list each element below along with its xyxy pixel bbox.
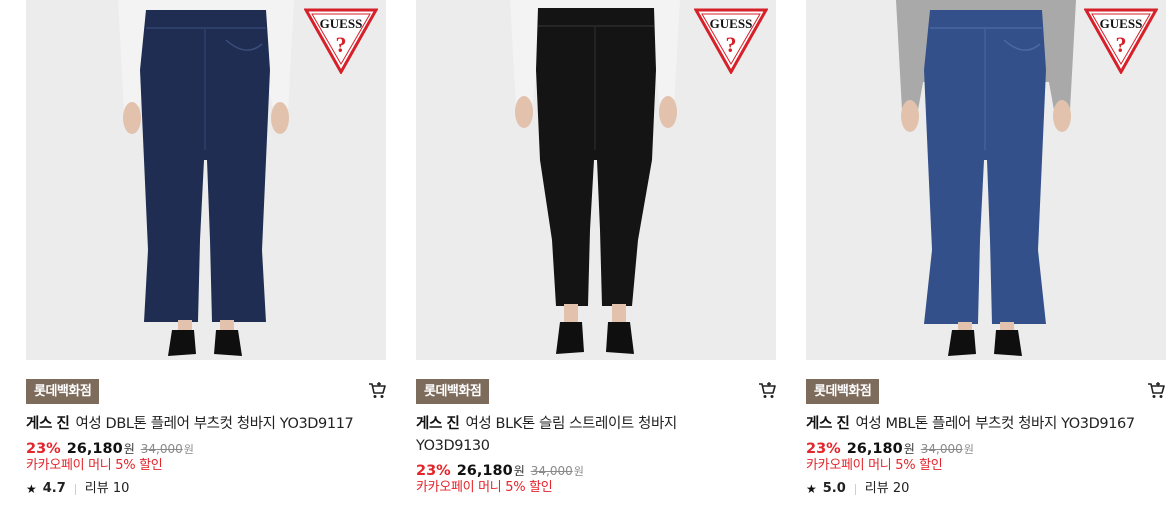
product-title[interactable]: 게스 진 여성 MBL톤 플레어 부츠컷 청바지 YO3D9167 (806, 413, 1172, 435)
rating-score: 4.7 (42, 481, 66, 496)
review-count: 20 (892, 481, 910, 496)
product-image[interactable]: GUESS ? (416, 0, 776, 360)
review-label: 리뷰 (84, 481, 109, 496)
rating-score: 5.0 (822, 481, 846, 496)
price-row: 23% 26,180원 34,000원 (806, 438, 974, 458)
rating-row: ★ 5.0 리뷰 20 (806, 480, 909, 498)
promo-text: 카카오페이 머니 5% 할인 (26, 458, 163, 473)
currency-unit: 원 (123, 442, 135, 456)
discount-rate: 23% (26, 441, 61, 457)
brand-name: 게스 진 (806, 416, 850, 432)
logo-wordmark: GUESS (320, 16, 363, 31)
store-badge: 롯데백화점 (806, 379, 880, 404)
star-icon: ★ (806, 482, 817, 496)
brand-name: 게스 진 (26, 416, 70, 432)
sale-price: 26,180 (846, 441, 903, 457)
original-price: 34,000 (140, 442, 183, 456)
product-image[interactable]: GUESS ? (26, 0, 386, 360)
store-badge: 롯데백화점 (416, 379, 490, 404)
cart-icon[interactable] (1146, 381, 1166, 401)
product-card[interactable]: GUESS ? 롯데백화점 게스 진 여성 DBL톤 플레어 부츠컷 청바지 YO… (26, 0, 388, 508)
original-currency-unit: 원 (183, 443, 194, 456)
guess-logo: GUESS ? (1084, 8, 1158, 74)
discount-rate: 23% (806, 441, 841, 457)
currency-unit: 원 (903, 442, 915, 456)
sale-price: 26,180 (456, 463, 513, 479)
original-price: 34,000 (530, 464, 573, 478)
svg-text:?: ? (1116, 32, 1127, 57)
divider (74, 483, 76, 495)
promo-text: 카카오페이 머니 5% 할인 (806, 458, 943, 473)
product-card[interactable]: GUESS ? 롯데백화점 게스 진 여성 MBL톤 플레어 부츠컷 청바지 YO… (806, 0, 1168, 508)
product-title[interactable]: 게스 진 여성 BLK톤 슬림 스트레이트 청바지 YO3D9130 (416, 413, 716, 457)
brand-name: 게스 진 (416, 416, 460, 432)
logo-wordmark: GUESS (710, 16, 753, 31)
price-row: 23% 26,180원 34,000원 (26, 438, 194, 458)
product-name: 여성 MBL톤 플레어 부츠컷 청바지 YO3D9167 (855, 416, 1135, 432)
currency-unit: 원 (513, 464, 525, 478)
original-currency-unit: 원 (963, 443, 974, 456)
original-price: 34,000 (920, 442, 963, 456)
rating-row: ★ 4.7 리뷰 10 (26, 480, 129, 498)
divider (854, 483, 856, 495)
price-row: 23% 26,180원 34,000원 (416, 460, 584, 480)
original-currency-unit: 원 (573, 465, 584, 478)
product-image[interactable]: GUESS ? (806, 0, 1166, 360)
store-badge: 롯데백화점 (26, 379, 100, 404)
promo-text: 카카오페이 머니 5% 할인 (416, 480, 553, 495)
star-icon: ★ (26, 482, 37, 496)
logo-wordmark: GUESS (1100, 16, 1143, 31)
review-label: 리뷰 (864, 481, 889, 496)
guess-logo: GUESS ? (694, 8, 768, 74)
product-name: 여성 DBL톤 플레어 부츠컷 청바지 YO3D9117 (75, 416, 354, 432)
svg-text:?: ? (336, 32, 347, 57)
discount-rate: 23% (416, 463, 451, 479)
review-count: 10 (112, 481, 130, 496)
sale-price: 26,180 (66, 441, 123, 457)
product-title[interactable]: 게스 진 여성 DBL톤 플레어 부츠컷 청바지 YO3D9117 (26, 413, 376, 435)
cart-icon[interactable] (757, 381, 777, 401)
product-card[interactable]: GUESS ? 롯데백화점 게스 진 여성 BLK톤 슬림 스트레이트 청바지 Y… (416, 0, 778, 508)
guess-logo: GUESS ? (304, 8, 378, 74)
svg-text:?: ? (726, 32, 737, 57)
cart-icon[interactable] (367, 381, 387, 401)
